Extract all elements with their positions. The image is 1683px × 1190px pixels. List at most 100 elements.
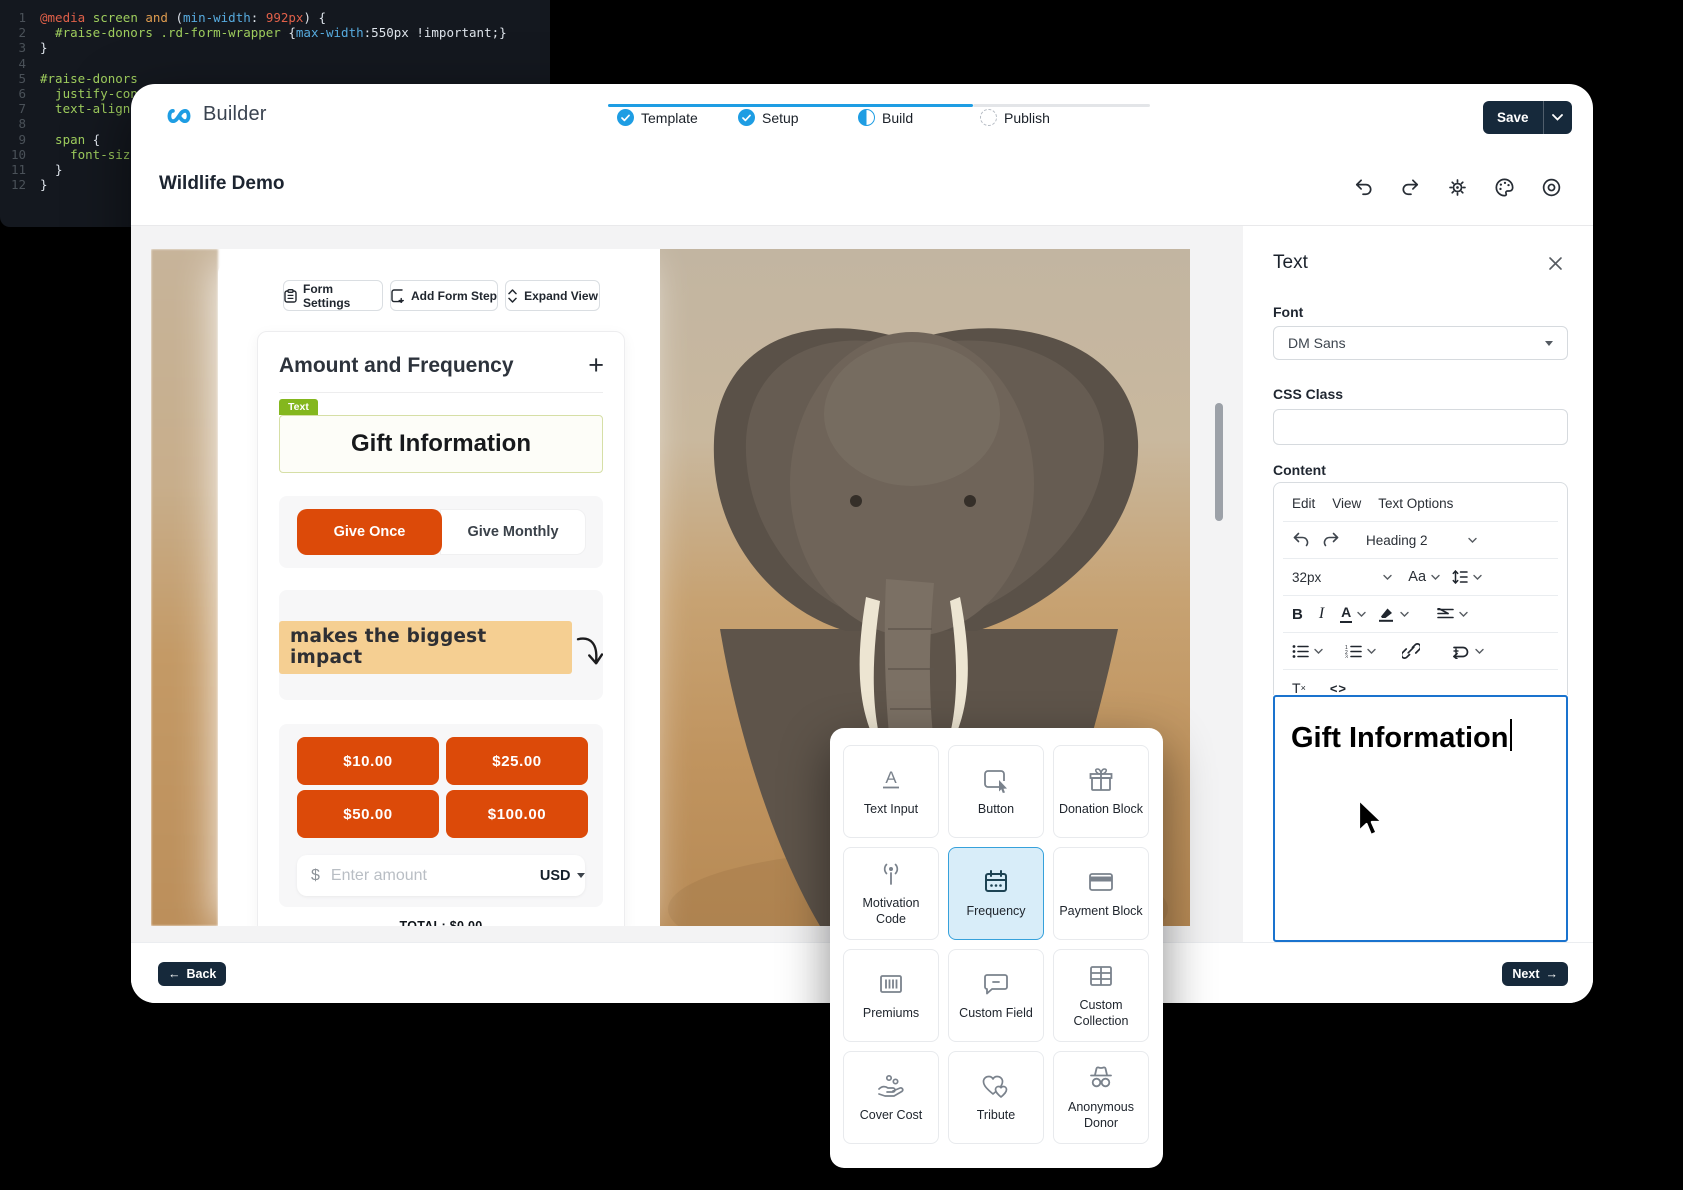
text-block-selected[interactable]: Gift Information [279,415,603,473]
chevron-down-icon[interactable] [1383,573,1392,582]
eye-preview-icon[interactable] [1540,176,1563,199]
expand-view-label: Expand View [524,289,598,303]
insert-variable-icon[interactable] [1450,644,1470,659]
add-component-plus-icon[interactable]: + [588,352,604,379]
menu-view[interactable]: View [1332,496,1361,511]
save-button[interactable]: Save [1483,101,1543,134]
chevron-down-icon[interactable] [1468,536,1477,545]
chevron-down-icon[interactable] [1367,647,1376,656]
editor-undo-icon[interactable] [1292,532,1310,548]
bold-button[interactable]: B [1292,606,1303,623]
next-button[interactable]: Next → [1502,962,1568,986]
next-label: Next [1512,967,1539,981]
code-view-icon[interactable]: <> [1330,681,1347,696]
clear-formatting-icon[interactable]: T× [1292,680,1306,697]
palette-item-label: Donation Block [1055,802,1147,818]
close-icon[interactable] [1548,256,1563,271]
palette-icon[interactable] [1493,176,1516,199]
chevron-down-icon[interactable] [1314,647,1323,656]
code-line: 3} [0,40,550,55]
palette-item-donation-block[interactable]: Donation Block [1053,745,1149,838]
step-progress-icon [858,109,875,126]
code-line: 1@media screen and (min-width: 992px) { [0,10,550,25]
menu-text-options[interactable]: Text Options [1378,496,1453,511]
undo-icon[interactable] [1352,176,1375,199]
component-palette-popup: AText InputButton Donation Block Motivatio… [830,728,1163,1168]
chevron-down-icon[interactable] [1473,573,1482,582]
step-publish[interactable]: Publish [980,109,1050,126]
palette-item-custom-field[interactable]: Custom Field [948,949,1044,1042]
palette-item-label: Premiums [859,1006,923,1022]
enter-amount-input[interactable] [329,866,540,886]
rd-form-wrapper: Form Settings Add Form Step Expand View … [218,263,645,926]
case-format-button[interactable]: Aa [1408,569,1426,585]
chevron-down-icon[interactable] [1431,573,1440,582]
css-class-input[interactable] [1273,409,1568,445]
total-amount-text: TOTAL: $0.00 [258,919,624,926]
step-build[interactable]: Build [858,109,913,126]
font-select[interactable]: DM Sans [1273,326,1568,360]
premiums-icon [878,969,904,999]
screenshot-root: 1@media screen and (min-width: 992px) {2… [0,0,1683,1190]
chevron-down-icon[interactable] [1400,610,1409,619]
palette-item-tribute[interactable]: Tribute [948,1051,1044,1144]
italic-button[interactable]: I [1319,605,1324,623]
give-once-button[interactable]: Give Once [297,509,442,555]
form-settings-button[interactable]: Form Settings [283,280,383,311]
line-height-icon[interactable] [1452,570,1468,584]
editor-redo-icon[interactable] [1322,532,1340,548]
add-form-step-label: Add Form Step [411,289,497,303]
gear-icon[interactable] [1446,176,1469,199]
ordered-list-icon[interactable]: 123 [1345,645,1362,658]
currency-label: USD [540,868,571,884]
palette-item-premiums[interactable]: Premiums [843,949,939,1042]
amount-button[interactable]: $100.00 [446,790,588,838]
currency-selector[interactable]: USD [540,868,585,884]
step-label: Publish [1004,110,1050,126]
amount-button[interactable]: $25.00 [446,737,588,785]
canvas-scrollbar[interactable] [1215,403,1223,521]
step-template[interactable]: Template [617,109,698,126]
heading-format-select[interactable]: Heading 2 [1366,533,1428,548]
amount-button[interactable]: $50.00 [297,790,439,838]
highlight-color-icon[interactable] [1378,607,1395,622]
back-button[interactable]: ← Back [158,962,226,986]
chevron-down-icon[interactable] [1357,610,1366,619]
link-icon[interactable] [1402,643,1420,659]
save-dropdown-button[interactable] [1543,101,1572,134]
content-textarea[interactable]: Gift Information [1273,695,1568,942]
palette-item-anonymous-donor[interactable]: Anonymous Donor [1053,1051,1149,1144]
chevron-down-icon[interactable] [1459,610,1468,619]
css-class-label: CSS Class [1273,386,1343,402]
impact-text-block[interactable]: makes the biggest impact [279,590,603,700]
save-split-button: Save [1483,101,1572,134]
palette-item-cover-cost[interactable]: Cover Cost [843,1051,939,1144]
palette-item-label: Cover Cost [856,1108,927,1124]
palette-item-motivation-code[interactable]: Motivation Code [843,847,939,940]
text-color-button[interactable]: A [1340,605,1352,622]
palette-item-text-input[interactable]: AText Input [843,745,939,838]
palette-item-custom-collection[interactable]: Custom Collection [1053,949,1149,1042]
palette-item-frequency[interactable]: Frequency [948,847,1044,940]
step-check-icon [738,109,755,126]
palette-item-button[interactable]: Button [948,745,1044,838]
bullet-list-icon[interactable] [1292,645,1309,658]
caret-down-icon [1545,341,1553,346]
palette-item-payment-block[interactable]: Payment Block [1053,847,1149,940]
redo-icon[interactable] [1399,176,1422,199]
step-setup[interactable]: Setup [738,109,799,126]
payment-block-icon [1087,867,1115,897]
give-monthly-button[interactable]: Give Monthly [440,509,586,555]
button-icon [982,765,1010,795]
font-size-select[interactable]: 32px [1292,570,1321,585]
chevron-down-icon[interactable] [1475,647,1484,656]
align-icon[interactable] [1437,608,1454,621]
tribute-icon [981,1071,1011,1101]
menu-edit[interactable]: Edit [1292,496,1315,511]
next-arrow-icon: → [1546,967,1559,981]
amount-button[interactable]: $10.00 [297,737,439,785]
panel-title: Text [1273,252,1308,274]
motivation-code-icon [876,859,906,889]
expand-view-button[interactable]: Expand View [505,280,600,311]
add-form-step-button[interactable]: Add Form Step [390,280,498,311]
